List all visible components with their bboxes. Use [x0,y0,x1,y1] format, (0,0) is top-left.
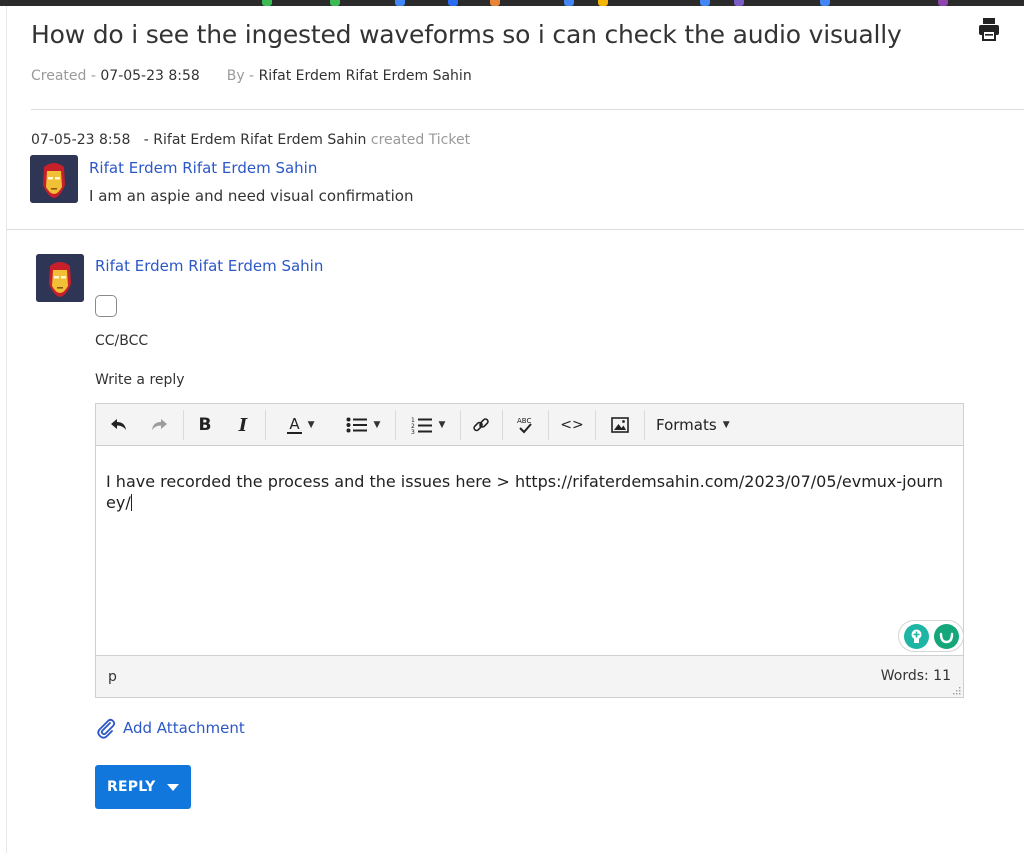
bold-icon[interactable]: B [192,412,218,438]
reply-button-label: REPLY [107,779,156,795]
bookmark-tab-yellow [598,0,608,6]
editor-statusbar: p Words: 11 [96,655,963,697]
bookmark-tab-blue-3 [564,0,574,6]
activity-header: 07-05-23 8:58 - Rifat Erdem Rifat Erdem … [31,132,470,148]
svg-text:3: 3 [411,429,415,434]
browser-bookmark-strip [0,0,1024,6]
ticket-title: How do i see the ingested waveforms so i… [31,20,902,49]
paperclip-icon [97,718,116,739]
bookmark-tab-orange [490,0,500,6]
redo-icon[interactable] [146,412,172,438]
italic-icon[interactable]: I [230,412,256,438]
write-reply-label: Write a reply [95,372,185,388]
bookmark-tab-purple-2 [938,0,948,6]
print-icon[interactable] [976,16,1002,42]
chevron-down-icon[interactable] [167,783,180,791]
bookmark-tab-green [262,0,272,6]
formats-label: Formats [656,416,717,434]
bullet-list-icon[interactable]: ▼ [339,412,387,438]
editor-toolbar: B I A ▼ ▼ 1 2 3 ▼ ABC <> Formats ▼ [96,404,963,446]
activity-message: I am an aspie and need visual confirmati… [89,187,414,205]
avatar [30,155,78,203]
activity-actor: - Rifat Erdem Rifat Erdem Sahin [143,132,367,148]
bookmark-tab-green-2 [330,0,340,6]
resize-handle-icon[interactable] [951,685,961,695]
spellcheck-icon[interactable]: ABC [510,412,540,438]
created-label: Created - [31,68,96,84]
svg-text:ABC: ABC [517,417,531,425]
text-color-icon[interactable]: A ▼ [276,412,326,438]
divider-middle [7,229,1024,230]
bookmark-tab-blue-2 [448,0,458,6]
add-attachment-label: Add Attachment [123,719,245,737]
word-count: Words: 11 [880,668,951,684]
by-value: Rifat Erdem Rifat Erdem Sahin [258,68,472,84]
bookmark-tab-blue [395,0,405,6]
image-icon[interactable] [607,412,633,438]
left-border [6,6,7,853]
cc-bcc-label[interactable]: CC/BCC [95,333,148,349]
activity-action: created Ticket [370,132,471,148]
activity-author-link[interactable]: Rifat Erdem Rifat Erdem Sahin [89,159,317,177]
by-label: By - [226,68,255,84]
reply-content[interactable]: I have recorded the process and the issu… [106,471,946,513]
reply-content-text: I have recorded the process and the issu… [106,472,943,512]
bookmark-tab-blue-5 [820,0,830,6]
numbered-list-icon[interactable]: 1 2 3 ▼ [403,412,453,438]
reply-avatar [36,254,84,302]
created-value: 07-05-23 8:58 [100,68,200,84]
undo-icon[interactable] [106,412,132,438]
element-path[interactable]: p [108,669,117,685]
ticket-meta: Created - 07-05-23 8:58 By - Rifat Erdem… [31,68,472,84]
formats-dropdown[interactable]: Formats ▼ [656,412,736,438]
bulb-icon[interactable] [904,624,929,649]
link-icon[interactable] [468,412,494,438]
activity-timestamp: 07-05-23 8:58 [31,132,131,148]
bookmark-tab-purple [734,0,744,6]
grammarly-icon[interactable] [934,624,959,649]
bookmark-tab-blue-4 [700,0,710,6]
text-cursor [130,494,132,511]
reply-editor: B I A ▼ ▼ 1 2 3 ▼ ABC <> Formats ▼ I have [95,403,964,698]
assistant-badges [898,620,964,652]
add-attachment-link[interactable]: Add Attachment [95,716,245,740]
divider-top [31,109,1024,110]
cc-bcc-checkbox[interactable] [95,295,117,317]
code-icon[interactable]: <> [558,412,586,438]
reply-button[interactable]: REPLY [95,765,191,809]
reply-author-link[interactable]: Rifat Erdem Rifat Erdem Sahin [95,257,323,275]
